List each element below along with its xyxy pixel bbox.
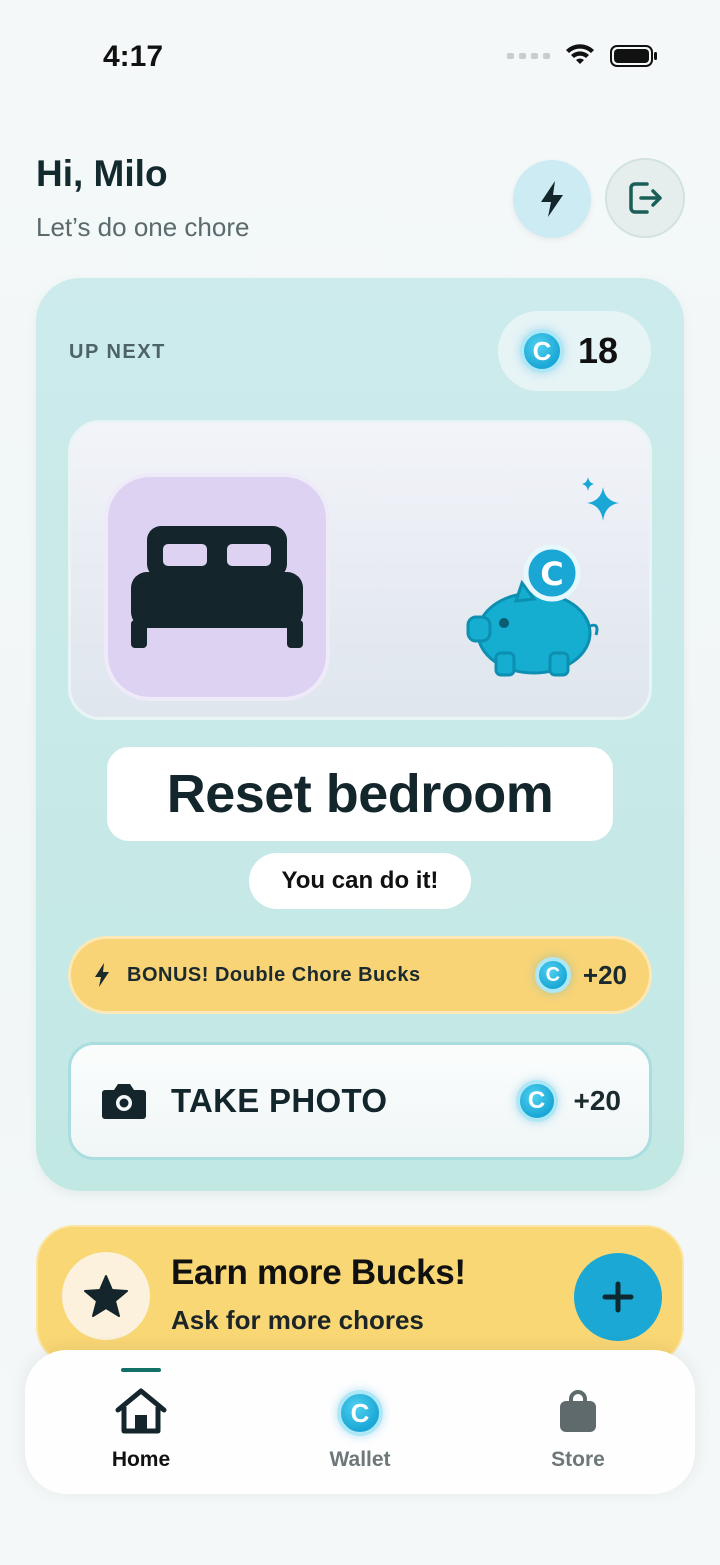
sparkle-icon [582,477,619,521]
logout-icon [629,182,662,214]
earn-more-banner[interactable]: Earn more Bucks! Ask for more chores [36,1225,684,1365]
tab-home-label: Home [111,1448,171,1471]
earn-more-title: Earn more Bucks! [171,1253,466,1292]
tab-wallet[interactable]: C Wallet [280,1350,440,1494]
star-icon [84,1275,128,1317]
request-chores-button[interactable] [574,1253,662,1341]
tab-home[interactable]: Home [61,1350,221,1494]
tab-store[interactable]: Store [498,1350,658,1494]
chore-title-box: Reset bedroom [107,747,613,841]
coin-balance: 18 [578,330,619,371]
up-next-card: UP NEXT C 18 C Reset bedroom You can do … [36,278,684,1191]
tab-bar: Home C Wallet Store [25,1350,695,1494]
camera-icon [102,1084,146,1119]
earn-more-subtitle: Ask for more chores [171,1305,424,1335]
coin-icon: C [520,329,564,373]
up-next-label: UP NEXT [69,341,166,363]
star-badge [62,1252,150,1340]
home-icon [115,1388,167,1434]
cellular-signal-icon [507,53,550,59]
greeting-subtitle: Let’s do one chore [36,212,250,242]
chore-title: Reset bedroom [166,764,554,824]
bolt-icon [541,181,563,217]
bonus-banner: BONUS! Double Chore Bucks C +20 [68,936,652,1014]
piggy-bank-icon: C [466,544,599,677]
chore-icon-tile [104,473,330,701]
svg-text:C: C [540,555,563,593]
chore-illustration: C [68,420,652,720]
status-icons [507,44,658,68]
coin-icon: C [534,957,571,993]
plus-icon [602,1281,634,1313]
coin-icon: C [337,1390,383,1436]
battery-icon [610,45,657,67]
wifi-icon [566,44,594,64]
status-time: 4:17 [103,40,164,73]
coin-balance-pill[interactable]: C 18 [498,311,651,391]
active-tab-indicator [121,1368,161,1372]
tab-store-label: Store [551,1448,605,1471]
bag-icon [560,1390,596,1432]
take-photo-button[interactable]: TAKE PHOTO C +20 [68,1042,652,1160]
boost-button[interactable] [513,160,591,238]
bed-icon [131,526,303,648]
bolt-icon [95,963,109,987]
encouragement-badge: You can do it! [249,853,471,909]
bonus-label: BONUS! Double Chore Bucks [127,963,421,986]
bonus-amount: +20 [582,959,627,990]
tab-wallet-label: Wallet [329,1448,391,1471]
greeting-title: Hi, Milo [36,153,168,194]
logout-button[interactable] [605,158,685,238]
coin-icon: C [515,1080,558,1122]
take-photo-label: TAKE PHOTO [171,1082,388,1119]
photo-reward-amount: +20 [573,1085,622,1116]
